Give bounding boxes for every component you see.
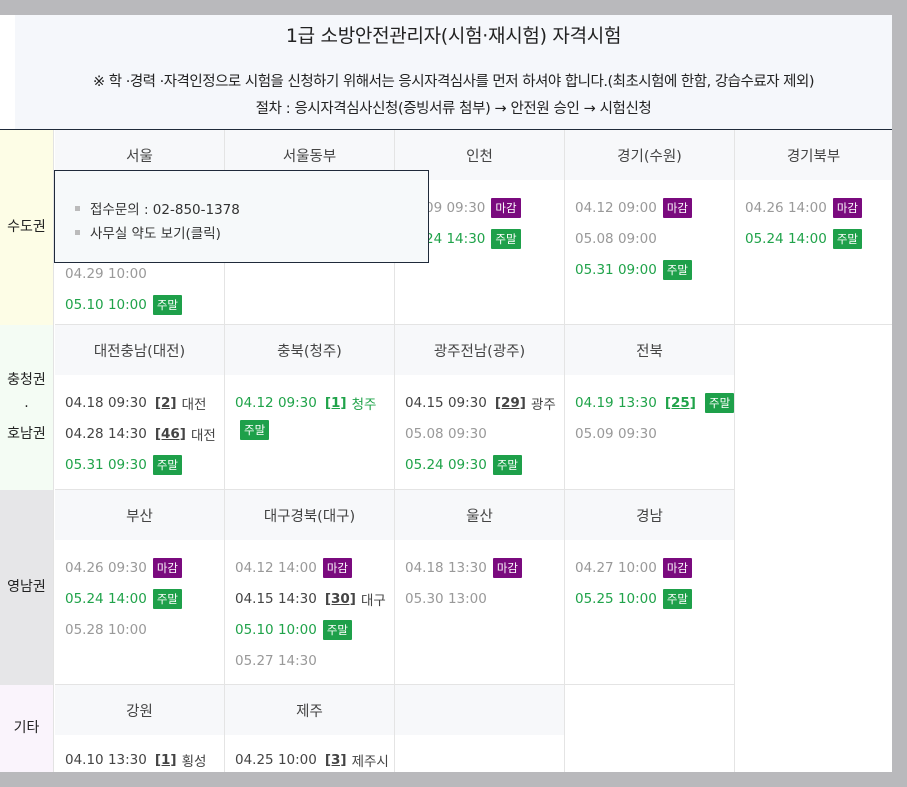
- exam-slot: 04.26 14:00 마감: [745, 192, 892, 223]
- seat-count: [2]: [154, 394, 177, 411]
- exam-slot: 04.12 14:00 마감: [235, 552, 394, 583]
- exam-slot[interactable]: 05.25 10:00 주말: [575, 583, 734, 614]
- exam-slot: 05.09 09:30: [575, 425, 657, 442]
- center-gyeongnam[interactable]: 경남 04.27 10:00 마감 05.25 10:00 주말: [565, 490, 735, 685]
- closed-badge: 마감: [491, 197, 521, 218]
- weekend-badge: 주말: [152, 454, 183, 475]
- exam-slot[interactable]: 24 14:30 주말: [425, 223, 564, 254]
- exam-slot[interactable]: 05.10 10:00 주말: [65, 289, 224, 320]
- exam-slot: 09 09:30 마감: [425, 192, 564, 223]
- center-name[interactable]: 경남: [565, 490, 734, 540]
- exam-slot[interactable]: 05.31 09:30 주말: [65, 449, 224, 480]
- map-link[interactable]: 사무실 약도 보기(클릭): [75, 220, 428, 244]
- weekend-badge: 주말: [322, 619, 353, 640]
- center-gwangju[interactable]: 광주전남(광주) 04.15 09:30 [29] 광주 05.08 09:30 0…: [395, 325, 565, 490]
- center-name[interactable]: 광주전남(광주): [395, 325, 564, 375]
- region-yeongnam: 영남권: [0, 490, 54, 685]
- bullet-icon: [75, 229, 80, 235]
- weekend-badge: 주말: [491, 228, 521, 249]
- exam-slot[interactable]: 04.19 13:30 [25] 주말: [575, 387, 735, 418]
- exam-slot[interactable]: 05.24 09:30 주말: [405, 449, 564, 480]
- closed-badge: 마감: [492, 557, 523, 578]
- exam-slot: 05.28 10:00: [65, 621, 147, 638]
- center-name[interactable]: 부산: [55, 490, 224, 540]
- weekend-badge: 주말: [492, 454, 523, 475]
- weekend-badge: 주말: [240, 420, 270, 440]
- seat-count: [3]: [324, 751, 347, 768]
- center-name[interactable]: 울산: [395, 490, 564, 540]
- exam-schedule-panel: 1급 소방안전관리자(시험·재시험) 자격시험 ※ 학 ·경력 ·자격인정으로 …: [0, 15, 892, 772]
- region-chungcheong-honam: 충청권 · 호남권: [0, 325, 54, 490]
- contact-info: 접수문의 : 02-850-1378: [75, 196, 428, 220]
- center-daegu[interactable]: 대구경북(대구) 04.12 14:00 마감 04.15 14:30 [30] 대구…: [225, 490, 395, 685]
- center-jeonbuk[interactable]: 전북 04.19 13:30 [25] 주말 05.09 09:30: [565, 325, 735, 490]
- seat-count: [25]: [664, 394, 696, 411]
- exam-slot: 04.26 09:30 마감: [65, 552, 224, 583]
- exam-slot[interactable]: 04.28 14:30 [46] 대전: [65, 418, 224, 449]
- procedure-text: 절차 : 응시자격심사신청(증빙서류 첨부) → 안전원 승인 → 시험신청: [255, 101, 652, 117]
- center-ulsan[interactable]: 울산 04.18 13:30 마감 05.30 13:00: [395, 490, 565, 685]
- exam-slot[interactable]: 04.25 10:00 [3] 제주시: [235, 744, 394, 772]
- page-header: 1급 소방안전관리자(시험·재시험) 자격시험 ※ 학 ·경력 ·자격인정으로 …: [15, 15, 892, 130]
- center-busan[interactable]: 부산 04.26 09:30 마감 05.24 14:00 주말 05.28 10:…: [55, 490, 225, 685]
- empty-cell: [395, 685, 565, 772]
- seat-count: [30]: [324, 590, 356, 607]
- closed-badge: 마감: [322, 557, 353, 578]
- exam-slot[interactable]: 04.15 14:30 [30] 대구: [235, 583, 394, 614]
- exam-slot[interactable]: 04.18 09:30 [2] 대전: [65, 387, 224, 418]
- exam-slot[interactable]: 05.24 14:00 주말: [745, 223, 892, 254]
- exam-slot: 05.27 14:30: [235, 652, 317, 669]
- seat-count: [29]: [494, 394, 526, 411]
- exam-slot: 04.18 13:30 마감: [405, 552, 564, 583]
- exam-slot: 05.08 09:30: [405, 425, 487, 442]
- weekend-badge: 주말: [662, 259, 693, 280]
- weekend-badge: 주말: [152, 588, 183, 609]
- exam-slot: 05.08 09:00: [575, 230, 657, 247]
- page-scroll-gutter: [892, 0, 907, 787]
- center-name[interactable]: 경기북부: [735, 130, 892, 180]
- seat-count: [1]: [154, 751, 177, 768]
- center-jeju[interactable]: 제주 04.25 10:00 [3] 제주시: [225, 685, 395, 772]
- exam-slot: 04.12 09:00 마감: [575, 192, 734, 223]
- bullet-icon: [75, 205, 80, 211]
- center-chungbuk[interactable]: 충북(청주) 04.12 09:30 [1] 청주 주말: [225, 325, 395, 490]
- center-name[interactable]: 강원: [55, 685, 224, 735]
- exam-slot[interactable]: 05.10 10:00 주말: [235, 614, 394, 645]
- eligibility-notice: ※ 학 ·경력 ·자격인정으로 시험을 신청하기 위해서는 응시자격심사를 먼저…: [93, 74, 814, 90]
- center-name[interactable]: 경기(수원): [565, 130, 734, 180]
- exam-slot[interactable]: 04.15 09:30 [29] 광주: [405, 387, 564, 418]
- weekend-badge: 주말: [662, 588, 693, 609]
- exam-slot[interactable]: 05.31 09:00 주말: [575, 254, 734, 285]
- exam-slot: 05.30 13:00: [405, 590, 487, 607]
- center-name[interactable]: 대전충남(대전): [55, 325, 224, 375]
- weekend-badge: 주말: [832, 228, 863, 249]
- closed-badge: 마감: [662, 197, 693, 218]
- region-capital: 수도권: [0, 130, 54, 325]
- closed-badge: 마감: [832, 197, 863, 218]
- center-info-popup: 접수문의 : 02-850-1378 사무실 약도 보기(클릭): [54, 170, 429, 263]
- exam-slot[interactable]: 05.24 14:00 주말: [65, 583, 224, 614]
- center-daejeon[interactable]: 대전충남(대전) 04.18 09:30 [2] 대전 04.28 14:30 [46…: [55, 325, 225, 490]
- closed-badge: 마감: [152, 557, 183, 578]
- center-gyeonggi-north[interactable]: 경기북부 04.26 14:00 마감 05.24 14:00 주말: [735, 130, 892, 325]
- weekend-badge: 주말: [704, 392, 735, 413]
- seat-count: [46]: [154, 425, 186, 442]
- empty-cell: [565, 685, 735, 772]
- weekend-badge: 주말: [152, 294, 183, 315]
- exam-slot: 04.27 10:00 마감: [575, 552, 734, 583]
- center-name[interactable]: 충북(청주): [225, 325, 394, 375]
- exam-slot[interactable]: 04.12 09:30 [1] 청주: [235, 387, 394, 418]
- center-gangwon[interactable]: 강원 04.10 13:30 [1] 횡성: [55, 685, 225, 772]
- center-name[interactable]: 전북: [565, 325, 734, 375]
- closed-badge: 마감: [662, 557, 693, 578]
- center-name[interactable]: 제주: [225, 685, 394, 735]
- center-name[interactable]: 대구경북(대구): [225, 490, 394, 540]
- page-title: 1급 소방안전관리자(시험·재시험) 자격시험: [285, 25, 622, 47]
- exam-slot[interactable]: 04.10 13:30 [1] 횡성: [65, 744, 224, 772]
- region-other: 기타: [0, 685, 54, 772]
- seat-count: [1]: [324, 394, 347, 411]
- center-gyeonggi-suwon[interactable]: 경기(수원) 04.12 09:00 마감 05.08 09:00 05.31 0…: [565, 130, 735, 325]
